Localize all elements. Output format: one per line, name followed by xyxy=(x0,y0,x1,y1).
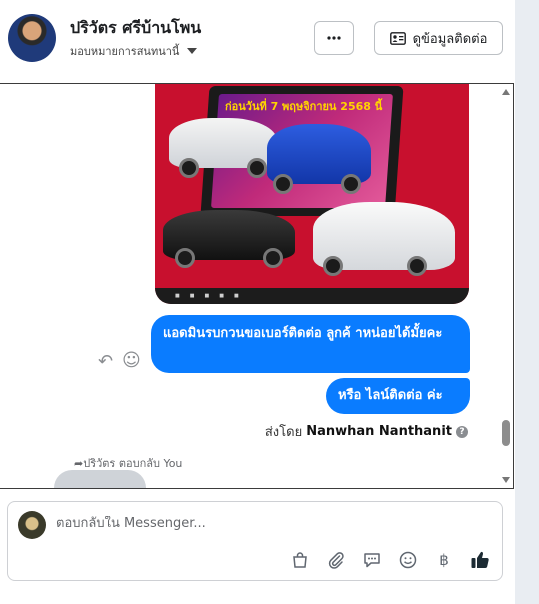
sent-by-line: ส่งโดย Nanwhan Nanthanit ? xyxy=(265,421,468,442)
assign-conversation-dropdown[interactable]: มอบหมายการสนทนานี้ xyxy=(70,42,198,60)
composer-toolbar: ฿ xyxy=(288,548,498,572)
view-contact-info-label: ดูข้อมูลติดต่อ xyxy=(412,31,488,47)
info-icon[interactable]: ? xyxy=(456,425,468,438)
contact-name[interactable]: ปริวัตร ศรีบ้านโพน xyxy=(70,16,201,41)
paperclip-icon[interactable] xyxy=(324,548,348,572)
conversation-panel: ปริวัตร ศรีบ้านโพน มอบหมายการสนทนานี้ ดู… xyxy=(0,0,515,604)
replied-text: ปริวัตร ตอบกลับ You xyxy=(83,457,183,470)
baht-icon[interactable]: ฿ xyxy=(432,548,456,572)
more-dots-icon xyxy=(327,36,341,40)
view-contact-info-button[interactable]: ดูข้อมูลติดต่อ xyxy=(374,21,503,55)
ad-image[interactable]: ก่อนวันที่ 7 พฤษจิกายน 2568 นี้ ■ ■ ■ ■ ■ xyxy=(155,84,469,304)
ad-footer-strip: ■ ■ ■ ■ ■ xyxy=(155,288,469,304)
scroll-thumb[interactable] xyxy=(502,420,510,446)
shopping-bag-icon[interactable] xyxy=(288,548,312,572)
reply-input[interactable] xyxy=(56,516,476,531)
message-composer: ฿ xyxy=(7,501,503,581)
message-bubble[interactable]: หรือ ไลน์ติดต่อ ค่ะ xyxy=(326,378,470,414)
smiley-icon[interactable]: ☺ xyxy=(122,350,141,371)
chat-bubble-icon[interactable] xyxy=(360,548,384,572)
ad-banner-text: ก่อนวันที่ 7 พฤษจิกายน 2568 นี้ xyxy=(225,100,383,113)
sent-by-name: Nanwhan Nanthanit xyxy=(306,424,452,439)
message-thread[interactable]: ก่อนวันที่ 7 พฤษจิกายน 2568 นี้ ■ ■ ■ ■ ■ ↶ … xyxy=(0,83,514,489)
replied-message-preview[interactable] xyxy=(54,470,146,488)
emoji-icon[interactable] xyxy=(396,548,420,572)
side-strip xyxy=(515,0,539,604)
reply-arrow-icon[interactable]: ↶ xyxy=(98,351,113,372)
page-avatar xyxy=(18,511,46,539)
thumbs-up-icon[interactable] xyxy=(468,548,492,572)
scroll-up-icon[interactable] xyxy=(502,89,510,95)
assign-label: มอบหมายการสนทนานี้ xyxy=(70,45,180,58)
message-bubble[interactable]: แอดมินรบกวนขอเบอร์ติดต่อ ลูกค้ าหน่อยได้… xyxy=(151,315,470,373)
contact-card-icon xyxy=(389,31,406,45)
reply-arrow-small-icon: ➦ xyxy=(74,457,84,470)
sent-by-prefix: ส่งโดย xyxy=(264,425,303,440)
more-button[interactable] xyxy=(314,21,354,55)
caret-down-icon xyxy=(187,48,198,54)
scrollbar[interactable] xyxy=(499,84,513,488)
conversation-header: ปริวัตร ศรีบ้านโพน มอบหมายการสนทนานี้ ดู… xyxy=(0,0,515,82)
avatar[interactable] xyxy=(8,14,56,62)
scroll-down-icon[interactable] xyxy=(502,477,510,483)
